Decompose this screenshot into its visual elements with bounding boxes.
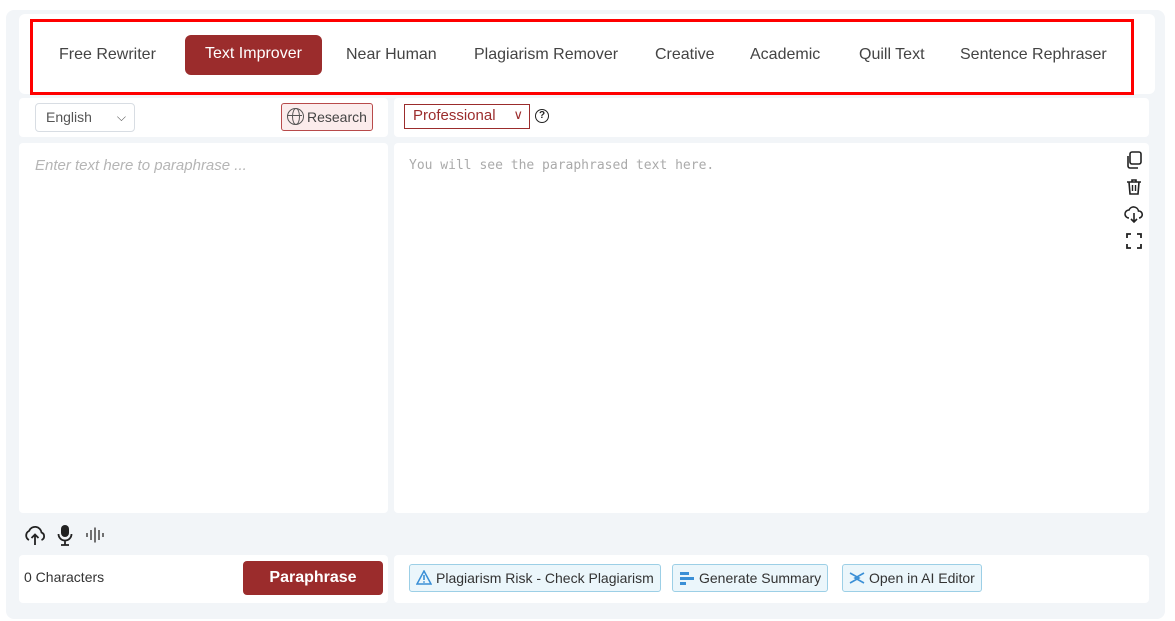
tone-select[interactable]: Professional ∨: [404, 104, 530, 129]
research-label: Research: [307, 109, 367, 125]
tone-value: Professional: [413, 107, 496, 124]
help-icon[interactable]: ?: [535, 109, 549, 123]
summary-icon: [680, 572, 694, 585]
generate-summary-label: Generate Summary: [699, 570, 822, 586]
check-plagiarism-button[interactable]: Plagiarism Risk - Check Plagiarism: [409, 564, 661, 592]
input-textarea[interactable]: [19, 143, 388, 513]
copy-icon[interactable]: [1124, 150, 1144, 170]
check-plagiarism-label: Plagiarism Risk - Check Plagiarism: [436, 570, 654, 586]
audio-wave-icon[interactable]: [85, 527, 105, 543]
research-button[interactable]: Research: [281, 103, 373, 131]
character-count: 0 Characters: [24, 569, 105, 585]
chevron-down-icon: ∨: [513, 107, 523, 122]
input-placeholder: Enter text here to paraphrase ...: [35, 157, 247, 174]
paraphrase-button[interactable]: Paraphrase: [243, 561, 383, 595]
download-icon[interactable]: [1124, 204, 1144, 224]
open-ai-editor-label: Open in AI Editor: [869, 570, 975, 586]
cloud-upload-icon[interactable]: [23, 524, 47, 546]
chevron-down-icon: ⌵: [116, 110, 126, 124]
ai-editor-icon: [849, 572, 865, 584]
globe-icon: [287, 108, 304, 125]
highlight-box: [30, 19, 1134, 95]
open-ai-editor-button[interactable]: Open in AI Editor: [842, 564, 982, 592]
language-value: English: [46, 109, 92, 125]
output-textarea: [394, 143, 1149, 513]
microphone-icon[interactable]: [57, 524, 73, 546]
language-select[interactable]: English ⌵: [35, 103, 135, 132]
fullscreen-icon[interactable]: [1124, 231, 1144, 251]
trash-icon[interactable]: [1124, 177, 1144, 197]
generate-summary-button[interactable]: Generate Summary: [672, 564, 829, 592]
output-placeholder: You will see the paraphrased text here.: [409, 158, 715, 173]
warning-icon: [416, 570, 432, 585]
